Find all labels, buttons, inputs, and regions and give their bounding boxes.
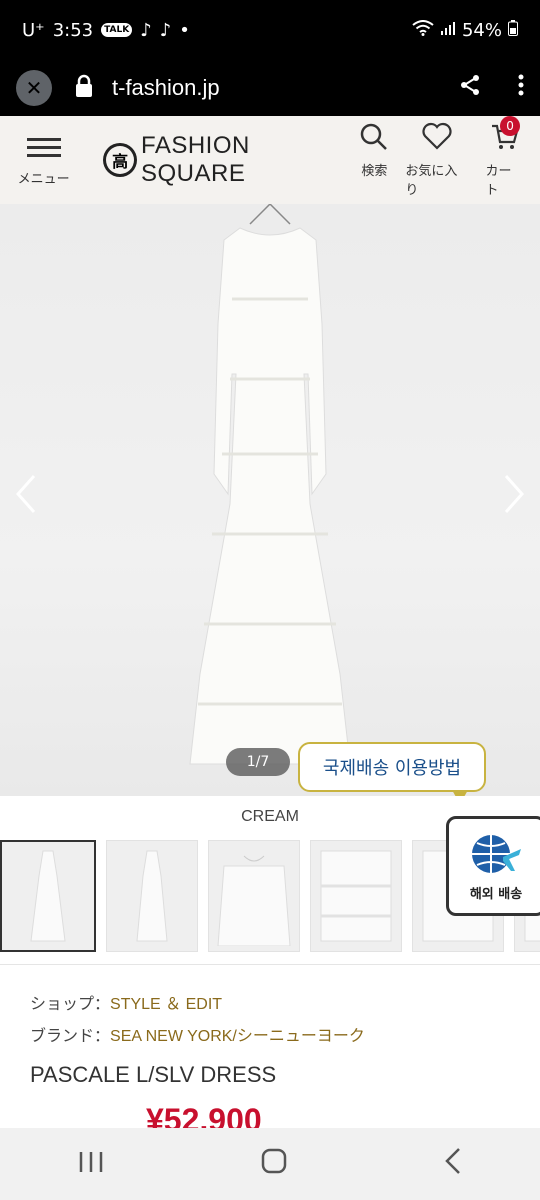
logo-text: FASHION SQUARE <box>141 132 250 187</box>
logo-mark-icon: 高 <box>103 143 137 177</box>
back-icon[interactable] <box>444 1147 462 1182</box>
carrier-label: U⁺ <box>22 19 45 41</box>
system-nav-bar <box>0 1128 540 1200</box>
header-actions: 検索 お気に入り 0 カート <box>359 116 540 198</box>
status-bar: U⁺ 3:53 TALK ♪ ♪ • 54% <box>0 0 540 60</box>
image-counter: 1/7 <box>226 748 290 776</box>
status-right: 54% <box>412 19 518 41</box>
shop-label: ショップ： <box>30 996 111 1013</box>
cart-count-badge: 0 <box>500 116 521 136</box>
product-main-image[interactable]: 1/7 국제배송 이용방법 <box>0 204 540 796</box>
thumbnail-2[interactable] <box>106 840 198 952</box>
search-label: 検索 <box>361 164 388 179</box>
search-icon <box>359 122 389 152</box>
globe-plane-icon <box>472 834 521 873</box>
dress-image <box>189 204 351 765</box>
battery-icon <box>508 19 518 41</box>
divider <box>0 964 540 965</box>
brand-link[interactable]: SEA NEW YORK/シーニューヨーク <box>110 1028 365 1045</box>
signal-icon <box>440 20 456 41</box>
intl-badge-label: 해외 배송 <box>469 886 523 902</box>
url-text[interactable]: t-fashion.jp <box>112 75 220 101</box>
product-title: PASCALE L/SLV DRESS <box>30 1062 277 1087</box>
hamburger-icon <box>26 133 61 162</box>
kakaotalk-icon: TALK <box>101 23 133 37</box>
url-actions <box>458 73 524 103</box>
search-button[interactable]: 検索 <box>359 122 389 198</box>
thumbnail-3[interactable] <box>208 840 300 952</box>
next-image-arrow[interactable] <box>502 474 526 525</box>
intl-shipping-tooltip[interactable]: 국제배송 이용방법 <box>298 742 486 796</box>
favorites-button[interactable]: お気に入り <box>405 122 469 198</box>
cart-button[interactable]: 0 カート <box>485 116 524 198</box>
wifi-icon <box>412 19 434 41</box>
shop-link[interactable]: STYLE ＆ EDIT <box>110 996 222 1013</box>
status-left: U⁺ 3:53 TALK ♪ ♪ • <box>22 20 190 41</box>
recent-apps-icon[interactable] <box>78 1148 104 1181</box>
site-logo[interactable]: 高 FASHION SQUARE <box>103 132 359 188</box>
cart-label: カート <box>485 164 512 198</box>
close-tab-button[interactable]: ✕ <box>16 70 52 106</box>
home-icon[interactable] <box>261 1148 287 1181</box>
prev-image-arrow[interactable] <box>14 474 38 525</box>
lock-icon[interactable] <box>74 74 94 103</box>
more-options-icon[interactable] <box>518 73 524 103</box>
brand-label: ブランド： <box>30 1028 111 1045</box>
browser-urlbar: ✕ t-fashion.jp <box>0 60 540 116</box>
menu-label: メニュー <box>17 172 70 187</box>
notification-dot: • <box>179 19 190 41</box>
favorites-label: お気に入り <box>405 164 458 198</box>
thumbnail-4[interactable] <box>310 840 402 952</box>
thumbnail-1[interactable] <box>0 840 96 952</box>
product-info: ショップ：STYLE ＆ EDIT ブランド：SEA NEW YORK/シーニュ… <box>30 990 530 1054</box>
battery-level: 54% <box>461 19 502 41</box>
heart-icon <box>422 122 453 152</box>
tiktok-icon-2: ♪ <box>159 19 172 41</box>
brand-row: ブランド：SEA NEW YORK/シーニューヨーク <box>30 1022 530 1046</box>
shop-row: ショップ：STYLE ＆ EDIT <box>30 990 530 1014</box>
menu-button[interactable]: メニュー <box>0 116 87 204</box>
site-header: メニュー 高 FASHION SQUARE 検索 お気に入り 0 カート <box>0 116 540 204</box>
close-icon: ✕ <box>25 76 43 100</box>
intl-shipping-badge[interactable]: 해외 배송 <box>446 816 540 916</box>
clock: 3:53 <box>52 19 94 41</box>
share-icon[interactable] <box>458 73 482 103</box>
tiktok-icon: ♪ <box>140 19 152 41</box>
